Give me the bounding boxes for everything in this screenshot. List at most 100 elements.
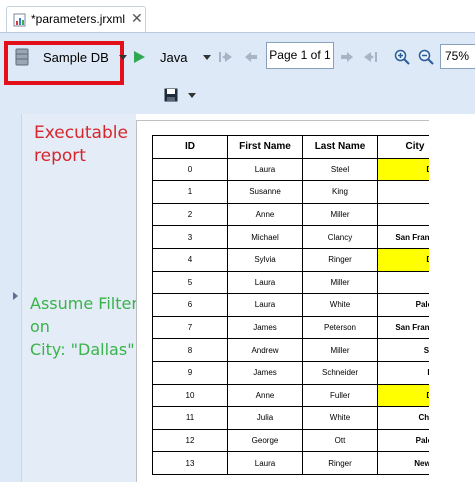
cell-id: 2 [152,202,228,227]
first-page-icon [219,52,232,62]
zoom-in-icon [394,49,410,65]
cell-first-name: Julia [227,406,303,430]
cell-id: 1 [152,180,228,204]
table-row: 0LauraSteelDallas [152,157,453,182]
database-icon [15,48,29,66]
language-dropdown[interactable]: Java [160,45,212,69]
previous-page-button[interactable] [244,45,258,69]
cell-last-name: White [302,406,378,430]
cell-last-name: Miller [302,202,378,227]
cell-last-name: Clancy [302,225,378,249]
table-row: 13LauraRingerNew York [152,451,453,475]
cell-first-name: Michael [227,225,303,249]
table-header-row: ID First Name Last Name City [152,135,453,159]
column-header-first-name: First Name [227,135,303,159]
cell-last-name: Ott [302,428,378,453]
expand-arrow-icon[interactable] [13,292,18,300]
report-file-icon [13,13,26,27]
table-row: 8AndrewMillerSeattle [152,338,453,362]
export-dropdown[interactable] [164,83,196,107]
cell-first-name: Laura [227,270,303,295]
cell-id: 8 [152,338,228,362]
zoom-out-icon [418,49,434,65]
preview-edge [429,120,475,482]
cell-first-name: Laura [227,157,303,182]
annotation-line: City: "Dallas" [30,340,135,359]
collapsed-side-strip[interactable] [0,114,22,482]
page-indicator: Page 1 of 1 [266,42,334,69]
table-row: 11JuliaWhiteChicago [152,406,453,430]
annotation-line: report [34,146,86,166]
cell-id: 3 [152,225,228,249]
cell-last-name: Miller [302,270,378,295]
cell-last-name: Schneider [302,360,378,385]
cell-last-name: White [302,293,378,317]
cell-last-name: Ringer [302,451,378,475]
cell-id: 12 [152,428,228,453]
last-page-button[interactable] [362,45,378,69]
annotation-line: on [30,317,50,336]
cell-last-name: Fuller [302,383,378,408]
report-preview-page: ID First Name Last Name City 0 Laura Steel… [136,120,475,482]
chevron-down-icon [203,54,212,60]
cell-id: 9 [152,360,228,385]
cell-first-name: Laura [227,293,303,317]
cell-id: 13 [152,451,228,475]
cell-id: 4 [152,247,228,272]
language-label: Java [160,49,188,65]
play-icon [134,51,145,63]
zoom-field[interactable]: 75% [440,44,475,69]
cell-id: 10 [152,383,228,408]
cell-last-name: Ringer [302,247,378,272]
annotation-line: Executable [34,123,128,143]
cell-id: 11 [152,406,228,430]
last-page-icon [364,52,377,62]
cell-first-name: Laura [227,451,303,475]
cell-last-name: Miller [302,338,378,362]
cell-id: 6 [152,293,228,317]
chevron-down-icon [118,54,127,60]
datasource-dropdown[interactable]: Sample DB [14,45,127,69]
table-row: 7 James Peterson San Francisco [152,315,453,340]
table-row: 10AnneFullerDallas [152,383,453,408]
table-row: 3 Michael Clancy San Francisco [152,225,453,249]
cell-last-name: King [302,180,378,204]
editor-tab-bar: *parameters.jrxml ✕ [0,0,475,32]
next-page-icon [341,52,353,62]
cell-id: 5 [152,270,228,295]
zoom-in-button[interactable] [394,45,410,69]
cell-id: 7 [152,315,228,340]
run-report-button[interactable] [132,45,146,69]
report-table: ID First Name Last Name City 0 Laura Steel… [152,135,453,475]
cell-first-name: George [227,428,303,453]
previous-page-icon [245,52,257,62]
annotation-executable-report: Executable report [34,122,128,168]
cell-first-name: Anne [227,202,303,227]
cell-first-name: Anne [227,383,303,408]
tab-parameters-jrxml[interactable]: *parameters.jrxml ✕ [6,6,146,32]
table-row: 6LauraWhitePalo Alto [152,293,453,317]
table-row: 1SusanneKingOlten [152,180,453,204]
first-page-button[interactable] [218,45,234,69]
cell-first-name: James [227,315,303,340]
cell-first-name: Sylvia [227,247,303,272]
cell-last-name: Steel [302,157,378,182]
column-header-last-name: Last Name [302,135,378,159]
cell-first-name: Andrew [227,338,303,362]
cell-first-name: Susanne [227,180,303,204]
close-icon[interactable]: ✕ [131,10,143,27]
save-icon [164,88,178,102]
table-row: 9JamesSchneiderBerne [152,360,453,385]
next-page-button[interactable] [340,45,354,69]
cell-id: 0 [152,157,228,182]
datasource-label: Sample DB [43,49,109,65]
annotation-filter-note: Assume Filter on City: "Dallas" [30,292,138,361]
table-row: 2AnneMillerLyon [152,202,453,227]
table-row: 5LauraMillerParis [152,270,453,295]
zoom-out-button[interactable] [418,45,434,69]
preview-toolbar: Sample DB Java Page 1 of 1 75% [0,32,475,114]
table-row: 12GeorgeOttPalo Alto [152,428,453,453]
cell-last-name: Peterson [302,315,378,340]
tab-title: *parameters.jrxml [31,12,126,26]
column-header-id: ID [152,135,228,159]
